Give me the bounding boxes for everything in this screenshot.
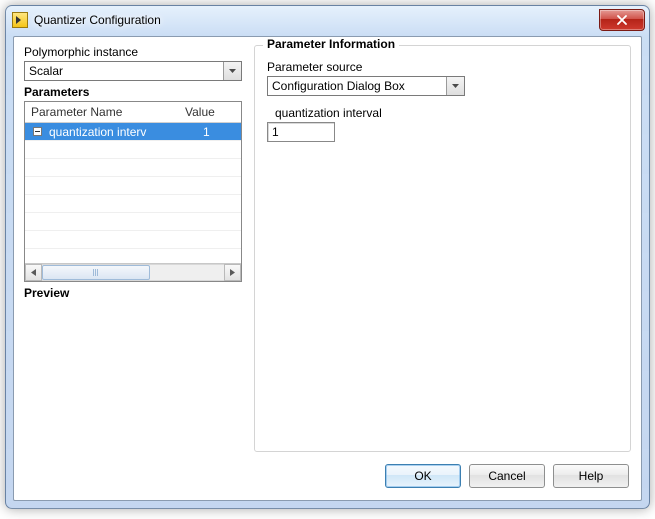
table-row[interactable] <box>25 159 241 177</box>
scrollbar-track[interactable] <box>42 264 224 281</box>
chevron-down-icon <box>452 84 459 88</box>
dialog-buttons: OK Cancel Help <box>14 456 641 500</box>
cell-parameter-name: quantization interv <box>49 125 199 139</box>
close-button[interactable] <box>599 9 645 31</box>
table-row[interactable] <box>25 231 241 249</box>
quantization-interval-label: quantization interval <box>275 106 618 120</box>
close-icon <box>617 15 627 25</box>
quantization-interval-input[interactable]: 1 <box>267 122 335 142</box>
quantization-interval-value: 1 <box>272 125 279 139</box>
titlebar[interactable]: Quantizer Configuration <box>6 6 649 34</box>
cancel-button[interactable]: Cancel <box>469 464 545 488</box>
table-row[interactable]: quantization interv 1 <box>25 123 241 141</box>
app-icon <box>12 12 28 28</box>
parameter-information-group: Parameter Information Parameter source C… <box>254 45 631 452</box>
window-title: Quantizer Configuration <box>34 13 599 27</box>
polymorphic-instance-label: Polymorphic instance <box>24 45 242 59</box>
parameter-source-combo[interactable]: Configuration Dialog Box <box>267 76 465 96</box>
table-row[interactable] <box>25 213 241 231</box>
triangle-left-icon <box>31 269 36 276</box>
preview-label: Preview <box>24 286 242 300</box>
content: Polymorphic instance Scalar Parameters P… <box>14 37 641 456</box>
cell-value: 1 <box>199 125 241 139</box>
right-column: Parameter Information Parameter source C… <box>254 45 631 456</box>
parameter-source-value: Configuration Dialog Box <box>268 79 446 93</box>
polymorphic-instance-value: Scalar <box>25 64 223 78</box>
grid-body[interactable]: quantization interv 1 <box>25 123 241 263</box>
polymorphic-instance-combo[interactable]: Scalar <box>24 61 242 81</box>
help-button[interactable]: Help <box>553 464 629 488</box>
table-row[interactable] <box>25 141 241 159</box>
table-row[interactable] <box>25 177 241 195</box>
dialog-window: Quantizer Configuration Polymorphic inst… <box>5 5 650 509</box>
table-row[interactable] <box>25 249 241 263</box>
parameters-label: Parameters <box>24 85 242 99</box>
table-row[interactable] <box>25 195 241 213</box>
tree-collapse-icon[interactable] <box>25 127 49 136</box>
col-value[interactable]: Value <box>179 102 241 122</box>
chevron-down-icon <box>229 69 236 73</box>
scroll-left-button[interactable] <box>25 264 42 281</box>
scroll-right-button[interactable] <box>224 264 241 281</box>
scrollbar-thumb[interactable] <box>42 265 150 280</box>
left-column: Polymorphic instance Scalar Parameters P… <box>24 45 242 456</box>
triangle-right-icon <box>230 269 235 276</box>
parameter-information-legend: Parameter Information <box>263 37 399 51</box>
horizontal-scrollbar[interactable] <box>25 263 241 281</box>
client-area: Polymorphic instance Scalar Parameters P… <box>13 36 642 501</box>
col-parameter-name[interactable]: Parameter Name <box>25 102 179 122</box>
ok-button[interactable]: OK <box>385 464 461 488</box>
parameter-source-label: Parameter source <box>267 60 618 74</box>
polymorphic-instance-dropdown-button[interactable] <box>223 62 241 80</box>
parameters-grid: Parameter Name Value quantization interv… <box>24 101 242 282</box>
parameter-source-dropdown-button[interactable] <box>446 77 464 95</box>
grid-header: Parameter Name Value <box>25 102 241 123</box>
